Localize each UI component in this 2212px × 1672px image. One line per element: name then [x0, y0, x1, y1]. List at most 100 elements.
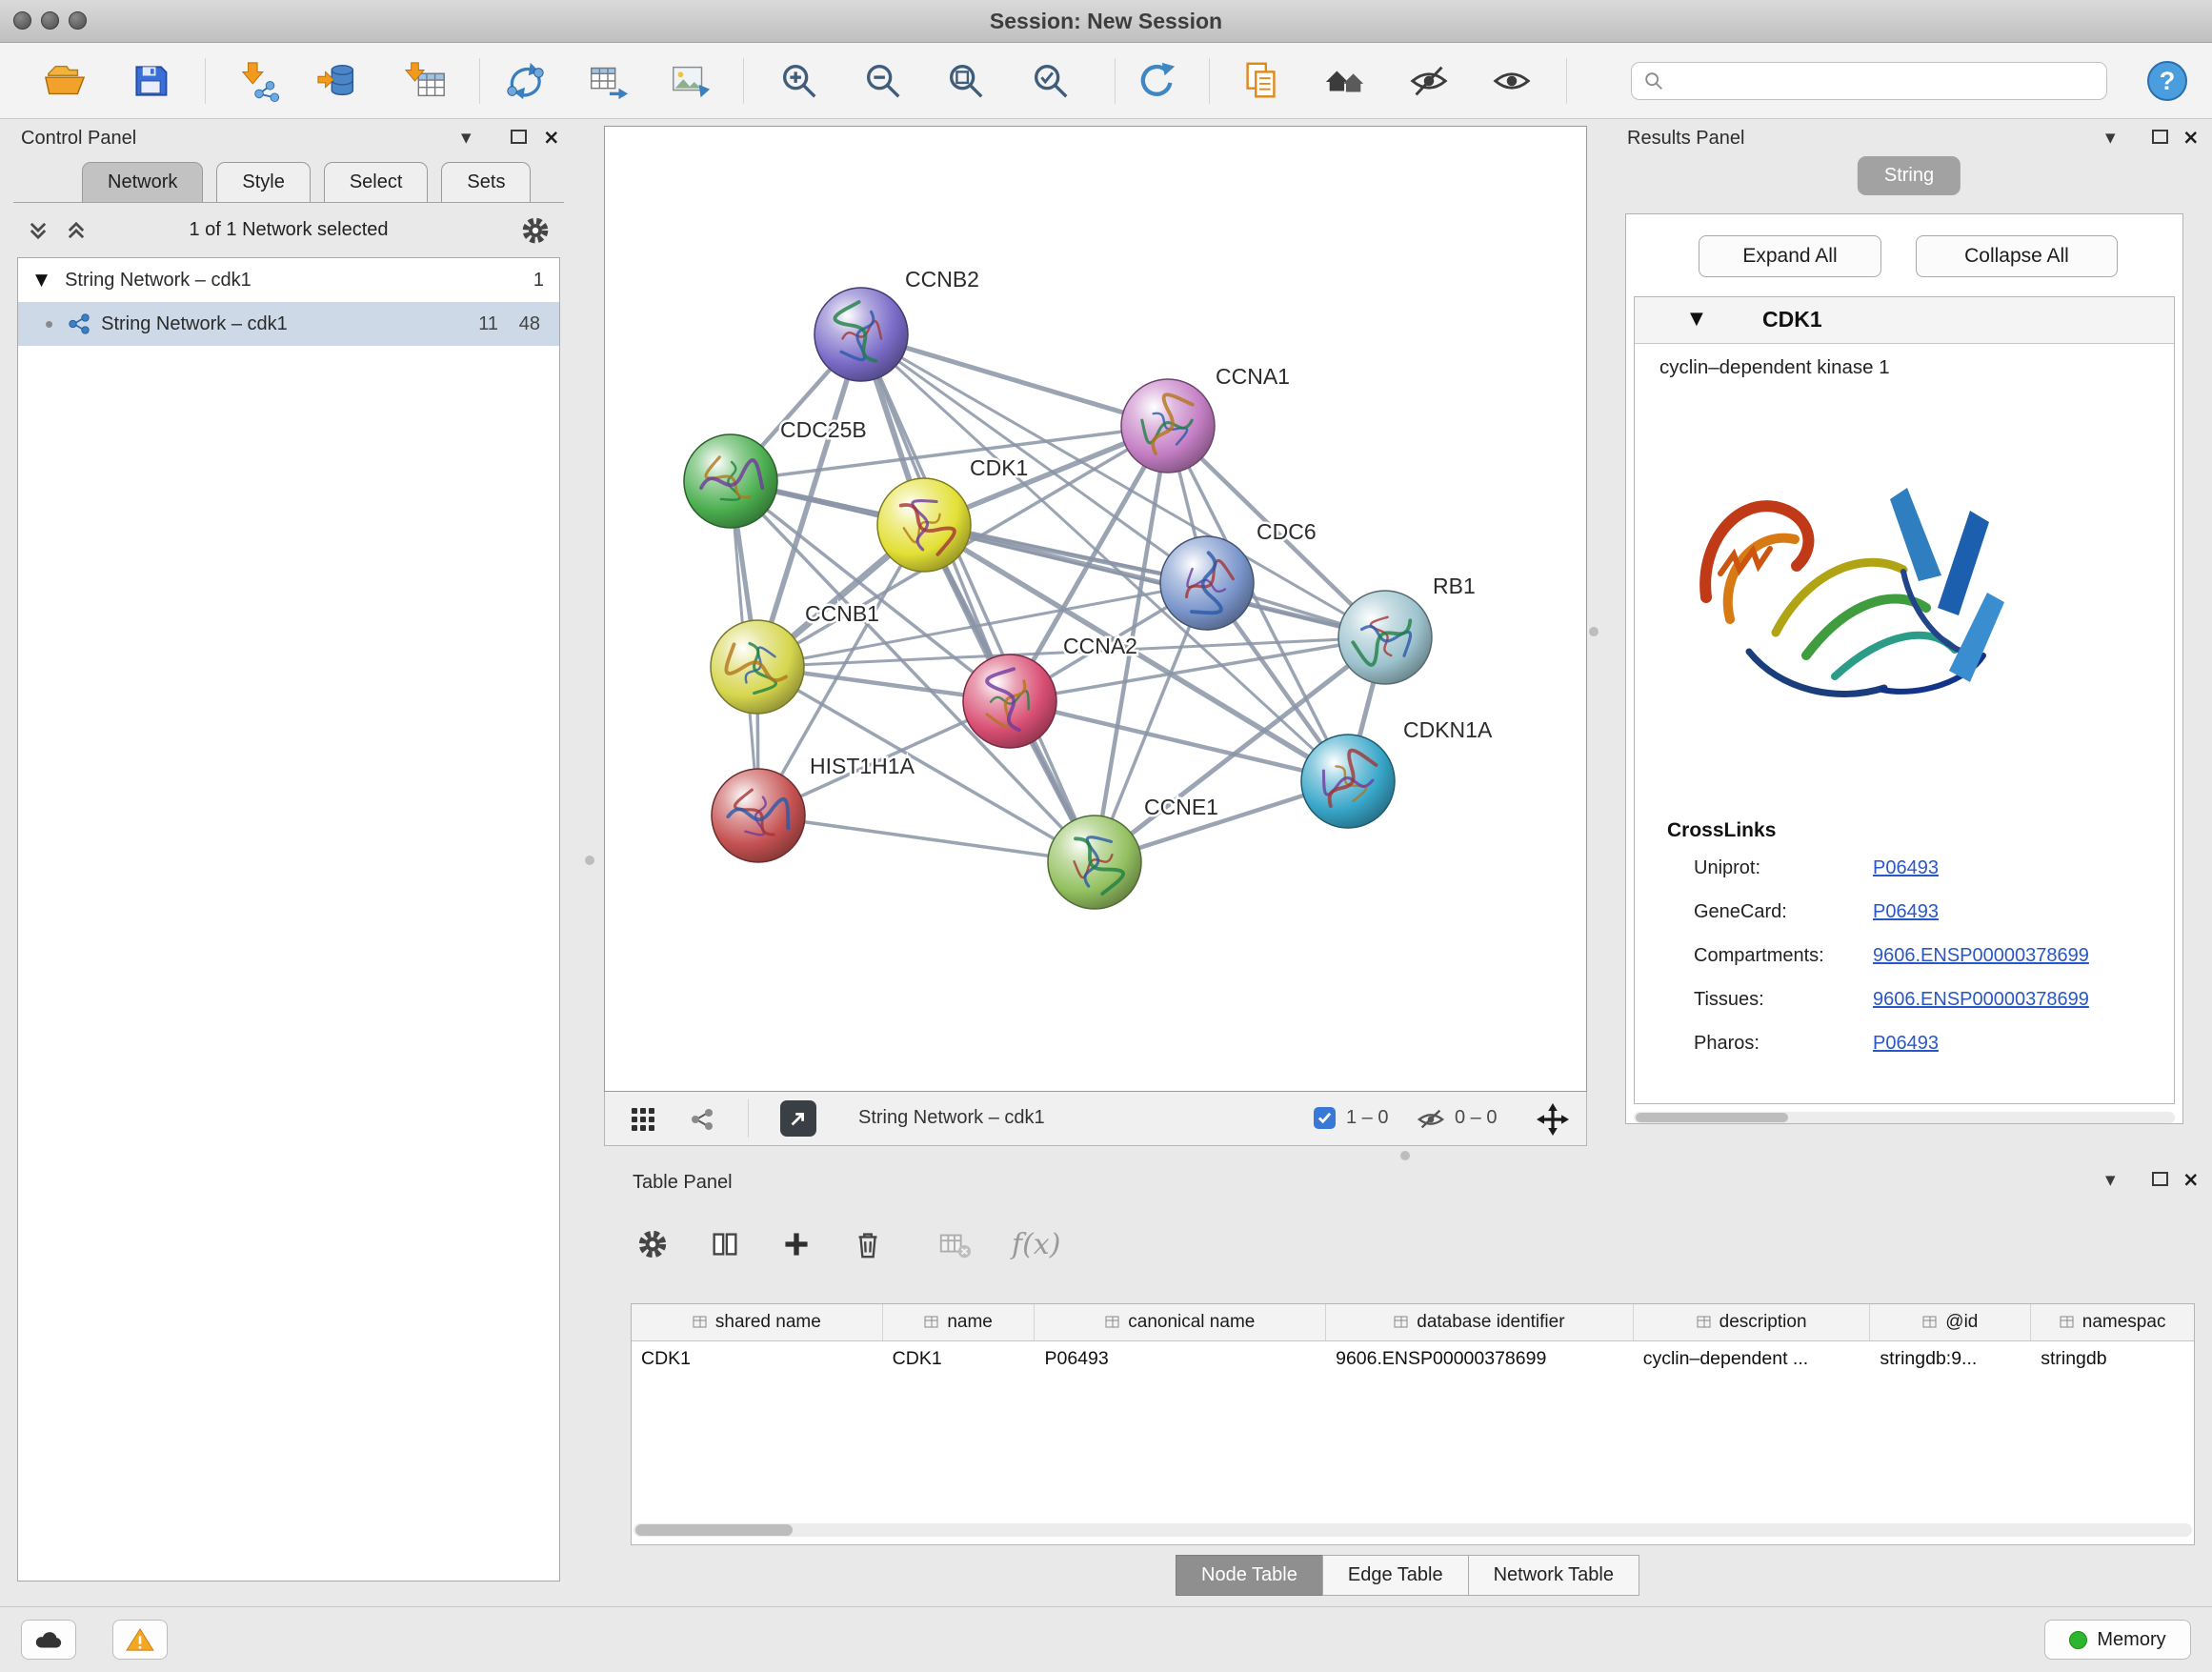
panel-collapse-icon[interactable]: ▾	[461, 126, 472, 149]
column-header-canonical-name[interactable]: canonical name	[1035, 1304, 1326, 1340]
table-hscrollbar[interactable]	[633, 1523, 2192, 1537]
collapse-all-button[interactable]: Collapse All	[1916, 235, 2118, 277]
network-view[interactable]: CCNB2CCNA1CDC25BCDK1CDC6RB1CCNB1CCNA2CDK…	[604, 126, 1587, 1092]
network-row[interactable]: • String Network – cdk1 11 48	[18, 302, 559, 346]
warnings-button[interactable]	[112, 1620, 168, 1660]
network-node-CDK1[interactable]	[877, 478, 971, 572]
panel-float-icon[interactable]	[2152, 130, 2168, 144]
network-node-RB1[interactable]	[1338, 591, 1432, 684]
help-button[interactable]: ?	[2142, 55, 2193, 107]
table-cell[interactable]: stringdb:9...	[1870, 1341, 2031, 1378]
export-network-button[interactable]	[499, 55, 551, 107]
hide-selected-button[interactable]	[1403, 55, 1455, 107]
zoom-selected-button[interactable]	[1025, 55, 1076, 107]
table-cell[interactable]: 9606.ENSP00000378699	[1326, 1341, 1634, 1378]
show-columns-button[interactable]	[709, 1228, 741, 1260]
search-input[interactable]	[1672, 70, 2095, 92]
network-node-CCNA2[interactable]	[963, 655, 1056, 748]
network-node-CDKN1A[interactable]	[1301, 735, 1395, 828]
table-cell[interactable]: CDK1	[632, 1341, 883, 1378]
column-header-namespace[interactable]: namespac	[2031, 1304, 2194, 1340]
panel-float-icon[interactable]	[2152, 1172, 2168, 1186]
network-node-CDC6[interactable]	[1160, 536, 1254, 630]
results-scrollbar-thumb[interactable]	[1636, 1113, 1788, 1122]
delete-table-button[interactable]	[937, 1228, 972, 1260]
column-header-shared-name[interactable]: shared name	[632, 1304, 883, 1340]
crosslink-link[interactable]: 9606.ENSP00000378699	[1873, 989, 2089, 1011]
import-network-database-button[interactable]	[312, 55, 364, 107]
zoom-fit-button[interactable]	[940, 55, 992, 107]
tab-sets[interactable]: Sets	[441, 162, 531, 202]
hidden-eye-slash-icon[interactable]	[1417, 1108, 1445, 1136]
column-header-database-identifier[interactable]: database identifier	[1326, 1304, 1634, 1340]
show-all-button[interactable]	[1486, 55, 1538, 107]
crosslink-link[interactable]: P06493	[1873, 857, 1939, 879]
delete-column-button[interactable]	[852, 1228, 884, 1260]
network-edge-HIST1H1A-CCNE1[interactable]	[758, 816, 1095, 862]
crosslink-link[interactable]: 9606.ENSP00000378699	[1873, 945, 2089, 967]
tree-expand-icon[interactable]: ▼	[35, 271, 48, 290]
column-header-id[interactable]: @id	[1870, 1304, 2031, 1340]
column-header-description[interactable]: description	[1634, 1304, 1871, 1340]
network-node-HIST1H1A[interactable]	[712, 769, 805, 862]
splitter-handle[interactable]	[1589, 627, 1599, 636]
zoom-out-button[interactable]	[857, 55, 909, 107]
gene-section-header[interactable]: ▼ CDK1	[1635, 297, 2174, 344]
panel-float-icon[interactable]	[511, 130, 527, 144]
table-cell[interactable]: cyclin–dependent ...	[1634, 1341, 1871, 1378]
expand-all-button[interactable]: Expand All	[1699, 235, 1881, 277]
table-hscrollbar-thumb[interactable]	[635, 1524, 793, 1536]
network-options-gear-icon[interactable]	[520, 215, 551, 251]
detach-view-button[interactable]	[780, 1100, 816, 1137]
network-edge-CCNB2-CCNE1[interactable]	[861, 334, 1095, 862]
copy-document-button[interactable]	[1236, 55, 1287, 107]
network-node-CCNE1[interactable]	[1048, 816, 1141, 909]
column-header-name[interactable]: name	[883, 1304, 1036, 1340]
export-image-button[interactable]	[665, 55, 716, 107]
table-cell[interactable]: CDK1	[883, 1341, 1036, 1378]
panel-close-icon[interactable]: ×	[543, 126, 560, 149]
crosslink-link[interactable]: P06493	[1873, 1033, 1939, 1055]
splitter-handle[interactable]	[585, 856, 594, 865]
splitter-handle[interactable]	[1400, 1151, 1410, 1160]
panel-collapse-icon[interactable]: ▾	[2105, 1168, 2116, 1191]
panel-close-icon[interactable]: ×	[2182, 1168, 2200, 1191]
panel-collapse-icon[interactable]: ▾	[2105, 126, 2116, 149]
tab-node-table[interactable]: Node Table	[1176, 1555, 1323, 1596]
tab-select[interactable]: Select	[324, 162, 429, 202]
import-network-file-button[interactable]	[233, 55, 285, 107]
save-session-button[interactable]	[125, 55, 176, 107]
zoom-in-button[interactable]	[774, 55, 825, 107]
network-edge-CCNB2-CCNA1[interactable]	[861, 334, 1168, 426]
results-scrollbar[interactable]	[1634, 1112, 2175, 1123]
selected-checkbox[interactable]	[1314, 1107, 1336, 1129]
section-collapse-icon[interactable]: ▼	[1690, 309, 1703, 329]
function-builder-button[interactable]: f(x)	[1012, 1228, 1060, 1261]
crosslink-link[interactable]: P06493	[1873, 901, 1939, 923]
network-node-CCNB1[interactable]	[711, 620, 804, 714]
navigator-button[interactable]	[1319, 55, 1371, 107]
add-column-button[interactable]	[781, 1229, 812, 1259]
export-table-button[interactable]	[582, 55, 633, 107]
apply-layout-button[interactable]	[1131, 55, 1182, 107]
grid-view-icon[interactable]	[630, 1106, 656, 1138]
tab-string[interactable]: String	[1858, 156, 1961, 195]
panel-close-icon[interactable]: ×	[2182, 126, 2200, 149]
network-canvas[interactable]: CCNB2CCNA1CDC25BCDK1CDC6RB1CCNB1CCNA2CDK…	[605, 127, 1586, 1091]
import-table-button[interactable]	[400, 55, 452, 107]
tab-network-table[interactable]: Network Table	[1468, 1555, 1639, 1596]
table-options-button[interactable]	[636, 1228, 669, 1260]
tab-edge-table[interactable]: Edge Table	[1322, 1555, 1469, 1596]
table-cell[interactable]: stringdb	[2031, 1341, 2194, 1378]
network-node-CCNA1[interactable]	[1121, 379, 1215, 473]
tab-network[interactable]: Network	[82, 162, 203, 202]
network-node-CDC25B[interactable]	[684, 434, 777, 528]
pan-tool-icon[interactable]	[1537, 1103, 1569, 1140]
network-node-CCNB2[interactable]	[814, 288, 908, 381]
open-session-button[interactable]	[39, 55, 90, 107]
table-cell[interactable]: P06493	[1035, 1341, 1326, 1378]
cloud-status-button[interactable]	[21, 1620, 76, 1660]
memory-button[interactable]: Memory	[2044, 1620, 2191, 1660]
network-share-icon[interactable]	[689, 1106, 715, 1138]
tab-style[interactable]: Style	[216, 162, 310, 202]
